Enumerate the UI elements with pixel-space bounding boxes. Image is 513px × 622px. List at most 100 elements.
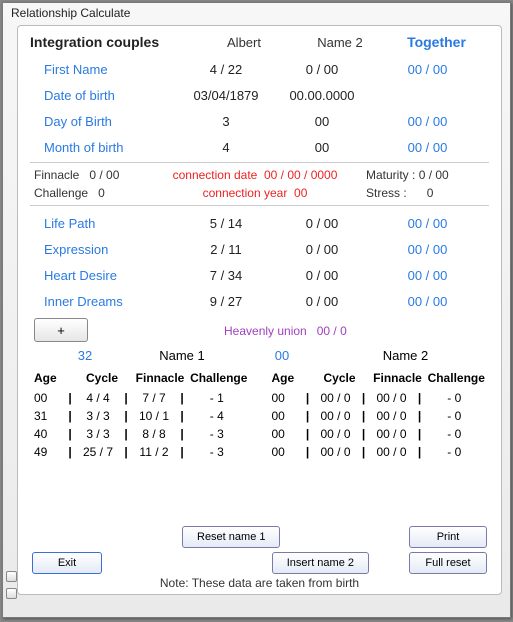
- expression-c3: 00 / 00: [372, 242, 489, 257]
- finnacle-value: 0 / 00: [89, 168, 119, 182]
- inner-c3: 00 / 00: [372, 294, 489, 309]
- table-row: 00|4 / 4|7 / 7|- 1: [34, 389, 248, 407]
- stress-value: 0: [427, 186, 434, 200]
- tables: Age Cycle Finnacle Challenge 00|4 / 4|7 …: [30, 371, 489, 461]
- cell-finnacle: 10 / 1: [130, 409, 178, 423]
- cell-cycle: 3 / 3: [74, 427, 122, 441]
- separator-icon: |: [360, 427, 368, 441]
- cell-age: 00: [34, 391, 66, 405]
- cell-cycle: 00 / 0: [312, 409, 360, 423]
- header-name2: Name 2: [290, 35, 390, 50]
- life-path-c2: 0 / 00: [272, 216, 372, 231]
- tiny-button-up[interactable]: [6, 571, 17, 582]
- day-c1: 3: [180, 114, 272, 129]
- separator-icon: |: [360, 409, 368, 423]
- life-path-c3: 00 / 00: [372, 216, 489, 231]
- separator-icon: |: [178, 445, 186, 459]
- cell-age: 31: [34, 409, 66, 423]
- separator-icon: |: [416, 427, 424, 441]
- cell-cycle: 4 / 4: [74, 391, 122, 405]
- conn-year-value: 00: [294, 186, 307, 200]
- cell-challenge: - 0: [424, 391, 486, 405]
- conn-date-label: connection date: [173, 168, 258, 182]
- tiny-buttons: [6, 571, 17, 599]
- cell-challenge: - 3: [186, 445, 248, 459]
- table-row: 40|3 / 3|8 / 8|- 3: [34, 425, 248, 443]
- row-day: Day of Birth 3 00 00 / 00: [30, 108, 489, 134]
- table-2: Age Cycle Finnacle Challenge 00|00 / 0|0…: [272, 371, 486, 461]
- header-name1: Albert: [198, 35, 290, 50]
- dob-c1: 03/04/1879: [180, 88, 272, 103]
- label-dob: Date of birth: [30, 88, 180, 103]
- separator-icon: |: [416, 445, 424, 459]
- separator-icon: |: [416, 391, 424, 405]
- day-c2: 00: [272, 114, 372, 129]
- separator-icon: |: [178, 391, 186, 405]
- heavenly-union: Heavenly union 00 / 0: [224, 324, 347, 338]
- th-cycle: Cycle: [312, 371, 368, 385]
- connection-block: Finnacle 0 / 00 connection date 00 / 00 …: [30, 162, 489, 206]
- cell-finnacle: 8 / 8: [130, 427, 178, 441]
- table-1: Age Cycle Finnacle Challenge 00|4 / 4|7 …: [34, 371, 248, 461]
- separator-icon: |: [304, 391, 312, 405]
- cell-cycle: 00 / 0: [312, 391, 360, 405]
- table-header: Age Cycle Finnacle Challenge: [34, 371, 248, 385]
- cell-challenge: - 0: [424, 409, 486, 423]
- cell-finnacle: 00 / 0: [368, 427, 416, 441]
- separator-icon: |: [122, 391, 130, 405]
- full-reset-button[interactable]: Full reset: [409, 552, 487, 574]
- maturity-value: 0 / 00: [419, 168, 449, 182]
- heavenly-value: 00 / 0: [317, 324, 347, 338]
- exit-button[interactable]: Exit: [32, 552, 102, 574]
- challenge-value: 0: [98, 186, 105, 200]
- conn-date-value: 00 / 00 / 0000: [264, 168, 337, 182]
- separator-icon: |: [304, 445, 312, 459]
- first-name-c2: 0 / 00: [272, 62, 372, 77]
- maturity-label: Maturity :: [366, 168, 415, 182]
- th-challenge: Challenge: [190, 371, 248, 385]
- row-heart: Heart Desire 7 / 34 0 / 00 00 / 00: [30, 262, 489, 288]
- table-row: 00|00 / 0|00 / 0|- 0: [272, 407, 486, 425]
- plus-button[interactable]: +: [34, 318, 88, 342]
- challenge-label: Challenge: [34, 186, 88, 200]
- separator-icon: |: [178, 427, 186, 441]
- cell-finnacle: 7 / 7: [130, 391, 178, 405]
- inner-c2: 0 / 00: [272, 294, 372, 309]
- cell-cycle: 3 / 3: [74, 409, 122, 423]
- name-line: 32 Name 1 00 Name 2: [30, 348, 489, 363]
- header-integration: Integration couples: [30, 34, 198, 50]
- separator-icon: |: [360, 445, 368, 459]
- print-button[interactable]: Print: [409, 526, 487, 548]
- separator-icon: |: [360, 391, 368, 405]
- cell-age: 00: [272, 427, 304, 441]
- table-row: 00|00 / 0|00 / 0|- 0: [272, 443, 486, 461]
- heart-c2: 0 / 00: [272, 268, 372, 283]
- month-c3: 00 / 00: [372, 140, 489, 155]
- expression-c2: 0 / 00: [272, 242, 372, 257]
- row-first-name: First Name 4 / 22 0 / 00 00 / 00: [30, 56, 489, 82]
- expression-c1: 2 / 11: [180, 242, 272, 257]
- header-together: Together: [390, 34, 489, 50]
- reset-name1-button[interactable]: Reset name 1: [182, 526, 280, 548]
- separator-icon: |: [66, 409, 74, 423]
- cell-cycle: 00 / 0: [312, 427, 360, 441]
- heart-c3: 00 / 00: [372, 268, 489, 283]
- label-life-path: Life Path: [30, 216, 180, 231]
- month-c2: 00: [272, 140, 372, 155]
- th-finnacle: Finnacle: [130, 371, 190, 385]
- row-inner: Inner Dreams 9 / 27 0 / 00 00 / 00: [30, 288, 489, 314]
- table-header: Age Cycle Finnacle Challenge: [272, 371, 486, 385]
- separator-icon: |: [66, 427, 74, 441]
- cell-age: 49: [34, 445, 66, 459]
- cell-finnacle: 00 / 0: [368, 391, 416, 405]
- label-day: Day of Birth: [30, 114, 180, 129]
- tiny-button-down[interactable]: [6, 588, 17, 599]
- window-title: Relationship Calculate: [3, 3, 510, 23]
- label-heart: Heart Desire: [30, 268, 180, 283]
- separator-icon: |: [416, 409, 424, 423]
- insert-name2-button[interactable]: Insert name 2: [272, 552, 369, 574]
- first-name-c3: 00 / 00: [372, 62, 489, 77]
- table-row: 00|00 / 0|00 / 0|- 0: [272, 425, 486, 443]
- conn-year-label: connection year: [203, 186, 288, 200]
- separator-icon: |: [178, 409, 186, 423]
